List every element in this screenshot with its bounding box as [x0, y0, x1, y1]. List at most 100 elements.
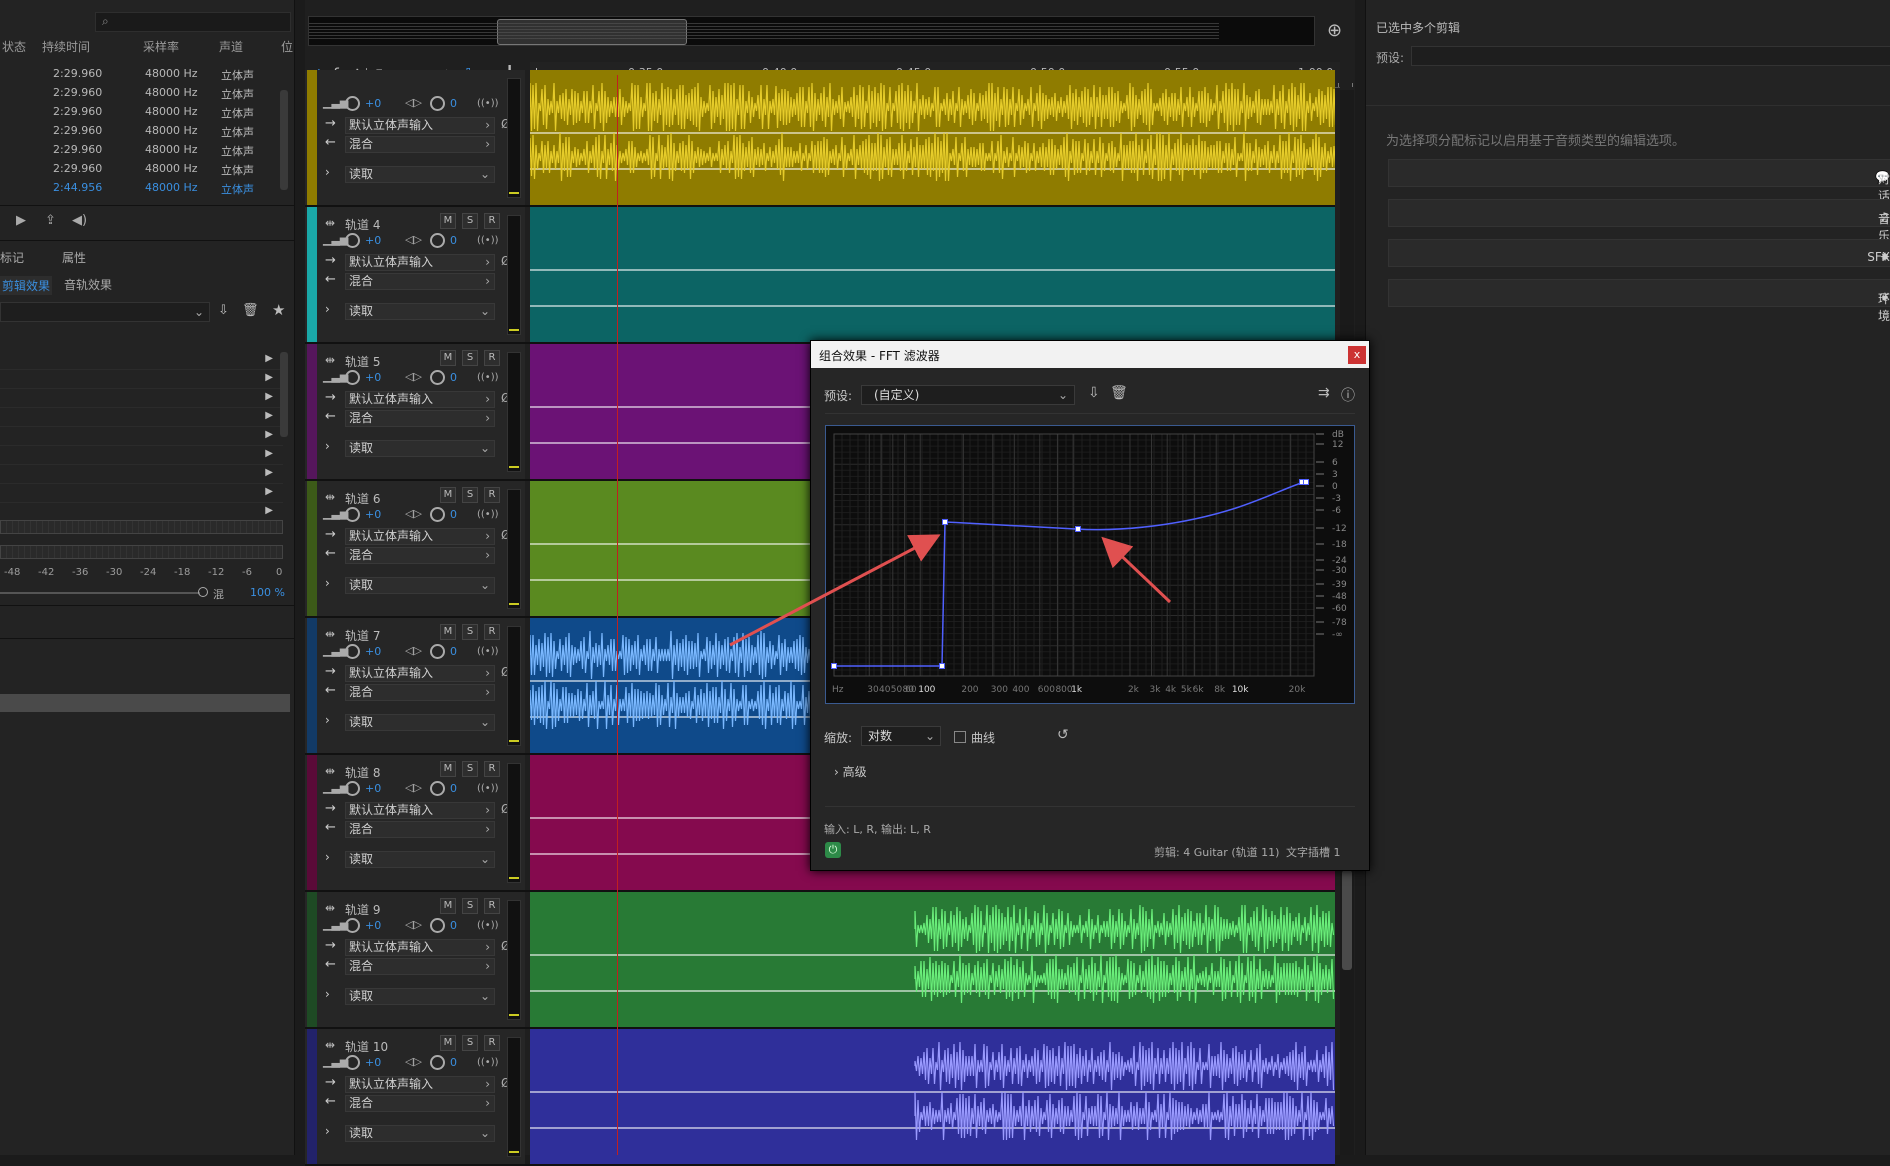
- track-pan[interactable]: 0: [450, 645, 457, 658]
- files-scrollbar[interactable]: [280, 90, 288, 190]
- star-icon[interactable]: ★: [272, 301, 285, 319]
- pan-knob[interactable]: [430, 918, 445, 933]
- chevron-right-icon[interactable]: ›: [325, 987, 330, 1001]
- export-icon[interactable]: ⇪: [45, 213, 56, 228]
- solo-button[interactable]: S: [462, 487, 478, 503]
- track-input-select[interactable]: 默认立体声输入 ›: [345, 802, 495, 819]
- record-button[interactable]: R: [484, 487, 500, 503]
- power-icon[interactable]: ⏻: [825, 842, 841, 858]
- effect-slot[interactable]: ▶: [0, 427, 283, 446]
- pan-knob[interactable]: [430, 1055, 445, 1070]
- chevron-right-icon[interactable]: ›: [325, 1124, 330, 1138]
- type-dialogue-button[interactable]: 💬 对话: [1388, 159, 1890, 203]
- track-drag-icon[interactable]: ⇹: [325, 353, 335, 367]
- chevron-right-icon[interactable]: ›: [325, 302, 330, 316]
- mute-button[interactable]: M: [440, 624, 456, 640]
- mix-slider-knob[interactable]: [198, 587, 208, 597]
- track[interactable]: ⇹ 轨道 4 M S R ▁▃▅ +0 ◁▷ 0 ((•)) → 默认立体声输入 › Ø ← 混合 › › 读取 ⌄: [305, 207, 1335, 344]
- track-name[interactable]: 轨道 7: [345, 627, 380, 644]
- solo-button[interactable]: S: [462, 761, 478, 777]
- curve-checkbox[interactable]: [954, 731, 966, 743]
- effect-slot[interactable]: ▶: [0, 408, 283, 427]
- track-input-select[interactable]: 默认立体声输入 ›: [345, 528, 495, 545]
- track-name[interactable]: 轨道 10: [345, 1038, 388, 1055]
- close-button[interactable]: x: [1348, 346, 1366, 364]
- advanced-toggle[interactable]: › 高级: [834, 763, 867, 780]
- file-row[interactable]: 2:29.960 48000 Hz 立体声: [0, 159, 283, 178]
- mute-button[interactable]: M: [440, 487, 456, 503]
- routing-icon[interactable]: ⇉: [1318, 385, 1330, 401]
- fx-scrollbar[interactable]: [280, 352, 288, 437]
- track-pan[interactable]: 0: [450, 782, 457, 795]
- track[interactable]: ▁▃▅ +0 ◁▷ 0 ((•)) → 默认立体声输入 › Ø ← 混合 › › 读取 ⌄: [305, 70, 1335, 207]
- file-row[interactable]: 2:29.960 48000 Hz 立体声: [0, 121, 283, 140]
- record-button[interactable]: R: [484, 624, 500, 640]
- track-pan[interactable]: 0: [450, 97, 457, 110]
- track-volume[interactable]: +0: [365, 371, 381, 384]
- solo-button[interactable]: S: [462, 1035, 478, 1051]
- fft-graph[interactable]: Hz 30 40 50 60 80 100 200 300 400 600 800 1k 2k 3k 4k 5…: [825, 425, 1355, 704]
- solo-button[interactable]: S: [462, 898, 478, 914]
- stereo-icon[interactable]: ((•)): [477, 783, 499, 794]
- effect-slot[interactable]: ▶: [0, 370, 283, 389]
- track-drag-icon[interactable]: ⇹: [325, 1038, 335, 1052]
- automation-mode-select[interactable]: 读取 ⌄: [345, 988, 495, 1005]
- mix-slider-track[interactable]: [0, 592, 200, 594]
- pan-knob[interactable]: [430, 781, 445, 796]
- tab-markers[interactable]: 标记: [0, 249, 24, 266]
- track-pan[interactable]: 0: [450, 234, 457, 247]
- track-input-select[interactable]: 默认立体声输入 ›: [345, 665, 495, 682]
- solo-button[interactable]: S: [462, 624, 478, 640]
- tab-properties[interactable]: 属性: [62, 249, 86, 266]
- col-rate[interactable]: 采样率: [143, 38, 179, 55]
- pan-knob[interactable]: [430, 507, 445, 522]
- pan-knob[interactable]: [430, 370, 445, 385]
- effect-slot[interactable]: ▶: [0, 389, 283, 408]
- track-pan[interactable]: 0: [450, 919, 457, 932]
- file-row[interactable]: 2:44.956 48000 Hz 立体声: [0, 178, 283, 197]
- track[interactable]: ⇹ 轨道 9 M S R ▁▃▅ +0 ◁▷ 0 ((•)) → 默认立体声输入 › Ø ← 混合 › › 读取 ⌄: [305, 892, 1335, 1029]
- track-output-select[interactable]: 混合 ›: [345, 1095, 495, 1112]
- zoom-center-icon[interactable]: ⊕: [1327, 20, 1342, 41]
- track-drag-icon[interactable]: ⇹: [325, 627, 335, 641]
- record-button[interactable]: R: [484, 213, 500, 229]
- trash-icon[interactable]: 🗑: [1110, 385, 1128, 401]
- record-button[interactable]: R: [484, 898, 500, 914]
- track-volume[interactable]: +0: [365, 1056, 381, 1069]
- chevron-right-icon[interactable]: ›: [325, 165, 330, 179]
- automation-mode-select[interactable]: 读取 ⌄: [345, 851, 495, 868]
- track-pan[interactable]: 0: [450, 508, 457, 521]
- track-name[interactable]: 轨道 4: [345, 216, 380, 233]
- control-point[interactable]: [1075, 526, 1081, 532]
- track-name[interactable]: 轨道 8: [345, 764, 380, 781]
- reset-icon[interactable]: ↺: [1057, 727, 1069, 743]
- track-volume[interactable]: +0: [365, 919, 381, 932]
- chevron-right-icon[interactable]: ›: [325, 439, 330, 453]
- stereo-icon[interactable]: ((•)): [477, 646, 499, 657]
- play-icon[interactable]: ▶: [16, 213, 26, 228]
- type-sfx-button[interactable]: ✸ SFX: [1388, 239, 1890, 267]
- stereo-icon[interactable]: ((•)): [477, 98, 499, 109]
- track[interactable]: ⇹ 轨道 10 M S R ▁▃▅ +0 ◁▷ 0 ((•)) → 默认立体声输入 › Ø ← 混合 › › 读取 ⌄: [305, 1029, 1335, 1166]
- track-drag-icon[interactable]: ⇹: [325, 901, 335, 915]
- track-name[interactable]: 轨道 5: [345, 353, 380, 370]
- mute-button[interactable]: M: [440, 213, 456, 229]
- track-volume[interactable]: +0: [365, 97, 381, 110]
- solo-button[interactable]: S: [462, 213, 478, 229]
- file-row[interactable]: 2:29.960 48000 Hz 立体声: [0, 140, 283, 159]
- control-point[interactable]: [1303, 479, 1309, 485]
- control-point[interactable]: [831, 663, 837, 669]
- dialog-titlebar[interactable]: 组合效果 - FFT 滤波器 x: [811, 341, 1369, 368]
- automation-mode-select[interactable]: 读取 ⌄: [345, 440, 495, 457]
- effects-preset-select[interactable]: ⌄: [0, 302, 210, 322]
- history-selected-row[interactable]: [0, 694, 290, 712]
- preset-select[interactable]: [1411, 46, 1890, 66]
- track-input-select[interactable]: 默认立体声输入 ›: [345, 254, 495, 271]
- files-search-input[interactable]: ⌕: [95, 12, 291, 32]
- control-point[interactable]: [942, 519, 948, 525]
- pan-knob[interactable]: [430, 233, 445, 248]
- automation-mode-select[interactable]: 读取 ⌄: [345, 1125, 495, 1142]
- tab-track-effects[interactable]: 音轨效果: [64, 276, 112, 293]
- automation-mode-select[interactable]: 读取 ⌄: [345, 714, 495, 731]
- volume-knob[interactable]: [345, 781, 360, 796]
